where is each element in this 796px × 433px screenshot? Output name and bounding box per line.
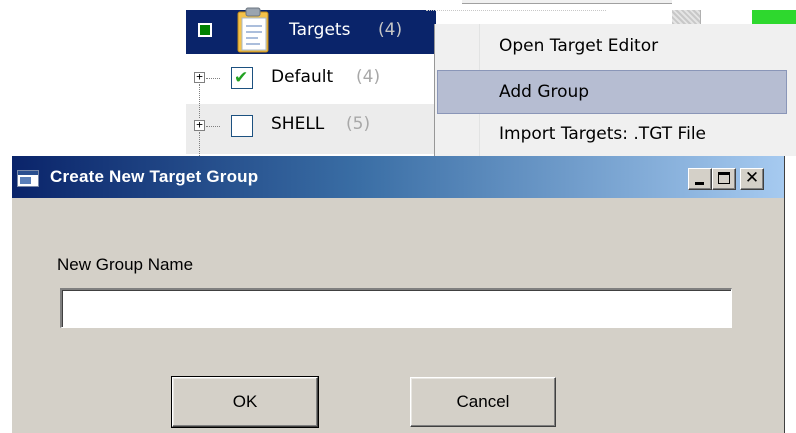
background-panel-fragment <box>672 10 700 24</box>
tree-guide-line <box>206 78 220 79</box>
tree-item-label[interactable]: SHELL <box>271 114 324 134</box>
ok-button[interactable]: OK <box>171 376 319 428</box>
tree-item-label[interactable]: Default <box>271 67 333 87</box>
group-name-input[interactable] <box>60 288 732 328</box>
context-menu: Open Target Editor Add Group Import Targ… <box>434 24 796 156</box>
close-button[interactable]: ✕ <box>740 168 764 190</box>
create-group-dialog: Create New Target Group ✕ New Group Name… <box>11 156 785 433</box>
tree-root-checkbox[interactable] <box>198 23 212 37</box>
menu-item-add-group[interactable]: Add Group <box>437 70 787 114</box>
tree-guide-line <box>199 132 200 156</box>
close-icon: ✕ <box>744 168 760 188</box>
status-indicator-green <box>752 10 796 24</box>
minimize-button[interactable] <box>688 168 712 190</box>
window-icon-bar <box>18 171 38 175</box>
tree-guide-line <box>199 84 200 118</box>
screenshot-stage: Targets (4) + ✔ Default (4) + SHELL (5) … <box>0 0 796 433</box>
expand-icon[interactable]: + <box>194 119 205 131</box>
group-name-label: New Group Name <box>57 255 194 274</box>
window-icon-body <box>20 177 31 184</box>
tree-item-checkbox-shell[interactable] <box>231 115 253 137</box>
checkmark-icon: ✔ <box>234 68 249 88</box>
expand-icon[interactable]: + <box>194 71 205 83</box>
minimize-icon <box>695 182 704 185</box>
menu-item-import-targets[interactable]: Import Targets: .TGT File <box>437 112 787 156</box>
cancel-button[interactable]: Cancel <box>410 377 556 427</box>
dialog-titlebar[interactable]: Create New Target Group ✕ <box>12 156 784 198</box>
maximize-icon <box>718 172 730 184</box>
tree-guide-line <box>206 126 220 127</box>
tree-root-label: Targets <box>289 20 351 40</box>
tree-guide-line <box>426 10 606 13</box>
dialog-title: Create New Target Group <box>50 167 259 186</box>
tree-item-count: (5) <box>346 114 371 134</box>
menu-item-open-target-editor[interactable]: Open Target Editor <box>437 24 787 68</box>
toolbar-edge <box>462 0 672 4</box>
background-panel-fragment <box>700 10 731 24</box>
window-icon <box>17 170 39 187</box>
tree-item-count: (4) <box>356 67 381 87</box>
tree-root-count: (4) <box>378 20 403 40</box>
clipboard-icon <box>237 7 269 53</box>
tree-item-checkbox-default[interactable]: ✔ <box>231 67 253 89</box>
maximize-button[interactable] <box>712 168 736 190</box>
